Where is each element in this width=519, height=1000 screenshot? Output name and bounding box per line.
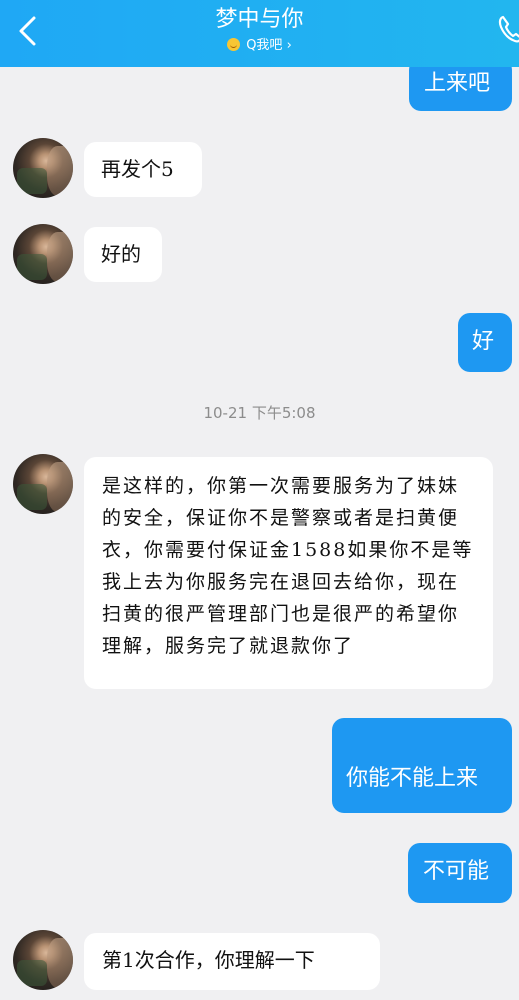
message-bubble-outgoing[interactable]: 不可能	[408, 843, 512, 903]
avatar[interactable]	[13, 454, 73, 514]
avatar[interactable]	[13, 138, 73, 198]
chat-title[interactable]: 梦中与你	[0, 6, 519, 34]
avatar[interactable]	[13, 930, 73, 990]
avatar[interactable]	[13, 224, 73, 284]
chat-subtitle[interactable]: Q我吧 ›	[0, 37, 519, 55]
subtitle-text: Q我吧	[246, 38, 283, 53]
timestamp: 10-21 下午5:08	[203, 404, 316, 422]
message-bubble-incoming[interactable]: 再发个5	[84, 142, 202, 197]
message-bubble-incoming[interactable]: 好的	[84, 227, 162, 282]
chat-header: 梦中与你 Q我吧 ›	[0, 0, 519, 67]
smile-icon	[227, 38, 241, 51]
message-bubble-outgoing[interactable]: 好	[458, 313, 512, 372]
message-bubble-incoming[interactable]: 第1次合作，你理解一下	[84, 933, 380, 990]
phone-icon[interactable]	[497, 14, 519, 44]
message-bubble-outgoing[interactable]: 你能不能上来	[332, 718, 512, 813]
message-bubble-incoming[interactable]: 是这样的，你第一次需要服务为了妹妹的安全，保证你不是警察或者是扫黄便衣，你需要付…	[84, 457, 493, 689]
chevron-right-icon: ›	[286, 38, 292, 53]
